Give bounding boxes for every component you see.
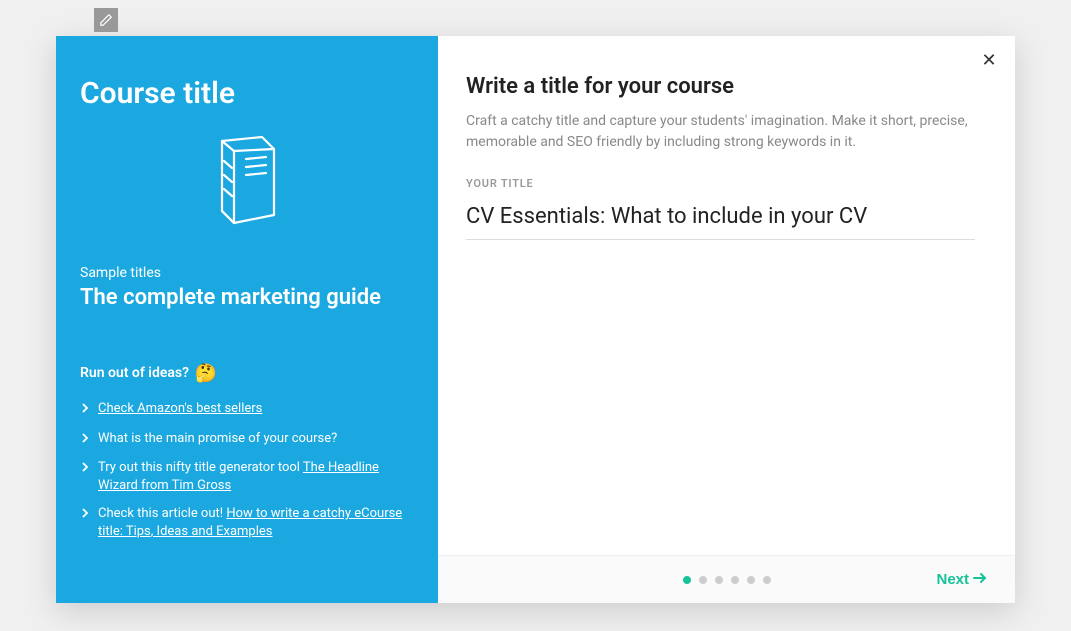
- close-icon: ✕: [981, 50, 996, 70]
- chevron-right-icon: [80, 401, 94, 419]
- arrow-right-icon: [973, 571, 987, 588]
- close-button[interactable]: ✕: [979, 50, 999, 70]
- chevron-right-icon: [80, 506, 94, 524]
- ideas-list-item: Check Amazon's best sellers: [80, 400, 414, 419]
- wizard-form: Write a title for your course Craft a ca…: [438, 36, 1015, 555]
- course-wizard-modal: Course title Sample titles The complete …: [56, 36, 1015, 603]
- book-icon: [80, 135, 414, 233]
- idea-text-article-prefix: Check this article out!: [98, 506, 226, 521]
- next-button[interactable]: Next: [936, 571, 987, 588]
- idea-text-promise: What is the main promise of your course?: [98, 430, 337, 448]
- sample-titles-label: Sample titles: [80, 265, 414, 281]
- form-heading: Write a title for your course: [466, 74, 975, 99]
- step-dot[interactable]: [683, 576, 691, 584]
- ideas-heading-text: Run out of ideas?: [80, 366, 189, 382]
- next-button-label: Next: [936, 571, 969, 588]
- ideas-list: Check Amazon's best sellers What is the …: [80, 400, 414, 541]
- ideas-list-item: Try out this nifty title generator tool …: [80, 459, 414, 495]
- chevron-right-icon: [80, 460, 94, 478]
- panel-heading: Course title: [80, 76, 414, 111]
- step-dot[interactable]: [731, 576, 739, 584]
- step-dots: [683, 576, 771, 584]
- sample-title: The complete marketing guide: [80, 285, 414, 311]
- step-dot[interactable]: [715, 576, 723, 584]
- form-description: Craft a catchy title and capture your st…: [466, 111, 975, 153]
- edit-badge: [94, 8, 118, 32]
- ideas-list-item: What is the main promise of your course?: [80, 430, 414, 449]
- title-field-label: YOUR TITLE: [466, 177, 975, 190]
- step-dot[interactable]: [763, 576, 771, 584]
- ideas-list-item: Check this article out! How to write a c…: [80, 505, 414, 541]
- course-title-input[interactable]: [466, 200, 975, 240]
- wizard-left-panel: Course title Sample titles The complete …: [56, 36, 438, 603]
- step-dot[interactable]: [747, 576, 755, 584]
- thinking-emoji: 🤔: [194, 363, 216, 384]
- wizard-footer: Next: [438, 555, 1015, 603]
- wizard-right-panel: ✕ Write a title for your course Craft a …: [438, 36, 1015, 603]
- chevron-right-icon: [80, 431, 94, 449]
- idea-text-generator-prefix: Try out this nifty title generator tool: [98, 460, 303, 475]
- ideas-heading: Run out of ideas? 🤔: [80, 363, 414, 384]
- idea-link-amazon[interactable]: Check Amazon's best sellers: [98, 401, 262, 416]
- step-dot[interactable]: [699, 576, 707, 584]
